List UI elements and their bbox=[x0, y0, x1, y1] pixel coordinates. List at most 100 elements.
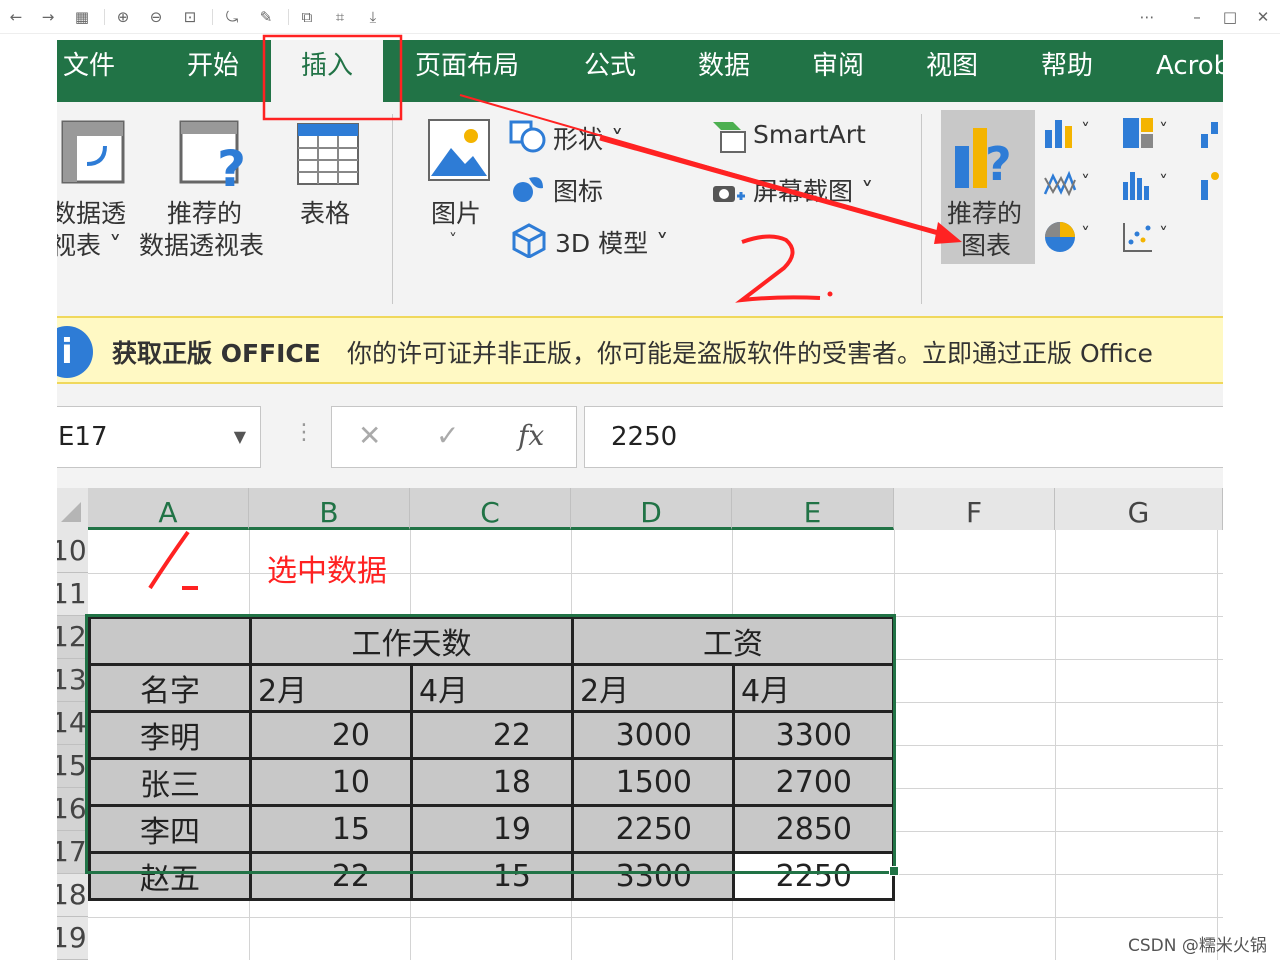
row-header-15[interactable]: 15 bbox=[57, 745, 88, 788]
combo-chart-button[interactable] bbox=[1199, 168, 1223, 208]
icons-icon bbox=[513, 177, 543, 202]
tab-insert[interactable]: 插入 bbox=[271, 40, 383, 102]
pivot-table-button[interactable]: 数据透 视表 ˅ bbox=[57, 112, 131, 262]
info-bar-title: 获取正版 OFFICE bbox=[112, 339, 321, 368]
chevron-down-icon: ˅ bbox=[1159, 224, 1168, 245]
formula-input[interactable]: 2250 bbox=[584, 406, 1223, 468]
restore-icon[interactable]: □ bbox=[1220, 7, 1240, 27]
row-header-16[interactable]: 16 bbox=[57, 788, 88, 831]
pie-chart-button[interactable]: ˅ bbox=[1043, 220, 1103, 260]
icons-button[interactable]: 图标 bbox=[509, 170, 659, 210]
close-icon[interactable]: ✕ bbox=[1253, 7, 1273, 27]
column-header-a[interactable]: A bbox=[88, 488, 249, 530]
column-header-c[interactable]: C bbox=[410, 488, 571, 530]
row-header-13[interactable]: 13 bbox=[57, 659, 88, 702]
row-header-12[interactable]: 12 bbox=[57, 616, 88, 659]
shapes-icon bbox=[509, 120, 546, 153]
column-header-d[interactable]: D bbox=[571, 488, 732, 530]
drag-handle-icon[interactable]: ⋮ bbox=[293, 420, 315, 445]
picture-button[interactable]: 图片 ˅ bbox=[423, 114, 493, 264]
row-header-10[interactable]: 10 bbox=[57, 530, 88, 573]
pie-chart-icon bbox=[1045, 222, 1075, 252]
tab-view[interactable]: 视图 bbox=[926, 40, 978, 102]
tab-page-layout[interactable]: 页面布局 bbox=[415, 40, 519, 102]
fit-icon[interactable]: ⊡ bbox=[180, 7, 200, 27]
annotation-note: 选中数据 bbox=[267, 554, 387, 589]
3d-models-label: 3D 模型 ˅ bbox=[555, 229, 669, 258]
tab-acrobat[interactable]: Acrob bbox=[1156, 40, 1223, 102]
minimize-icon[interactable]: – bbox=[1187, 7, 1207, 27]
column-header-b[interactable]: B bbox=[249, 488, 410, 530]
cube-icon bbox=[512, 223, 546, 258]
zoom-out-icon[interactable]: ⊖ bbox=[146, 7, 166, 27]
chevron-down-icon: ˅ bbox=[449, 230, 457, 249]
name-box-value: E17 bbox=[58, 422, 108, 452]
column-chart-button[interactable]: ˅ bbox=[1043, 116, 1103, 156]
recommended-pivot-icon: ? bbox=[179, 120, 246, 194]
smartart-button[interactable]: SmartArt bbox=[709, 118, 879, 158]
3d-models-button[interactable]: 3D 模型 ˅ bbox=[509, 222, 709, 262]
zoom-in-icon[interactable]: ⊕ bbox=[113, 7, 133, 27]
row-header-17[interactable]: 17 bbox=[57, 831, 88, 874]
separator bbox=[921, 114, 922, 304]
waterfall-chart-button[interactable] bbox=[1199, 116, 1223, 156]
recommended-charts-button[interactable]: ? 推荐的 图表 bbox=[941, 110, 1035, 264]
download-icon[interactable]: ⤓ bbox=[363, 7, 383, 27]
shapes-button[interactable]: 形状 ˅ bbox=[509, 118, 659, 158]
pivot-table-label-2: 视表 ˅ bbox=[57, 231, 122, 260]
column-header-g[interactable]: G bbox=[1055, 488, 1223, 530]
back-icon[interactable]: ← bbox=[6, 7, 26, 27]
cancel-icon[interactable]: ✕ bbox=[358, 419, 381, 452]
tab-home[interactable]: 开始 bbox=[187, 40, 239, 102]
svg-text:?: ? bbox=[217, 140, 246, 194]
chevron-down-icon[interactable]: ▼ bbox=[234, 407, 246, 467]
row-header-19[interactable]: 19 bbox=[57, 917, 88, 960]
more-icon[interactable]: ⋯ bbox=[1137, 7, 1157, 27]
crop-icon[interactable]: ⌗ bbox=[330, 7, 350, 27]
camera-icon bbox=[713, 186, 745, 202]
row-header-18[interactable]: 18 bbox=[57, 874, 88, 917]
tab-review[interactable]: 审阅 bbox=[812, 40, 864, 102]
enter-icon[interactable]: ✓ bbox=[436, 419, 459, 452]
excel-screenshot: 文件 开始 插入 页面布局 公式 数据 审阅 视图 帮助 Acrob 数据透 视… bbox=[57, 40, 1223, 960]
picture-label: 图片 bbox=[431, 199, 482, 228]
line-chart-button[interactable]: ˅ bbox=[1043, 168, 1103, 208]
watermark: CSDN @糯米火锅 bbox=[1128, 936, 1267, 956]
table-button[interactable]: 表格 bbox=[293, 112, 363, 262]
tab-help[interactable]: 帮助 bbox=[1041, 40, 1093, 102]
chevron-down-icon: ˅ bbox=[1159, 120, 1168, 141]
select-all-icon bbox=[61, 502, 81, 522]
tab-data[interactable]: 数据 bbox=[698, 40, 750, 102]
recommended-chart-icon: ? bbox=[955, 128, 1012, 191]
combo-chart-icon bbox=[1201, 172, 1219, 200]
row-header-14[interactable]: 14 bbox=[57, 702, 88, 745]
forward-icon[interactable]: → bbox=[38, 7, 58, 27]
select-all-button[interactable] bbox=[57, 488, 88, 530]
recommended-charts-label-2: 图表 bbox=[961, 231, 1012, 260]
copy-icon[interactable]: ⧉ bbox=[297, 7, 317, 27]
hierarchy-chart-icon bbox=[1123, 118, 1153, 148]
row-header-11[interactable]: 11 bbox=[57, 573, 88, 616]
table-icon bbox=[297, 123, 359, 185]
scatter-chart-button[interactable]: ˅ bbox=[1121, 220, 1181, 260]
name-box[interactable]: E17 ▼ bbox=[57, 406, 261, 468]
edit-icon[interactable]: ✎ bbox=[256, 7, 276, 27]
fill-handle[interactable] bbox=[889, 866, 899, 876]
recommended-pivot-label-2: 数据透视表 bbox=[139, 231, 265, 260]
pivot-table-label: 数据透 bbox=[57, 199, 127, 228]
screenshot-button[interactable]: 屏幕截图 ˅ bbox=[709, 170, 909, 210]
recommended-pivot-button[interactable]: ? 推荐的 数据透视表 bbox=[139, 112, 279, 262]
hierarchy-chart-button[interactable]: ˅ bbox=[1121, 116, 1181, 156]
table-label: 表格 bbox=[300, 199, 351, 228]
picture-icon bbox=[428, 119, 490, 181]
formula-buttons: ✕ ✓ fx bbox=[331, 406, 577, 468]
tab-formulas[interactable]: 公式 bbox=[584, 40, 636, 102]
grid-icon[interactable]: ▦ bbox=[72, 7, 92, 27]
rotate-icon[interactable]: ⤿ bbox=[222, 7, 242, 27]
column-header-f[interactable]: F bbox=[894, 488, 1055, 530]
tab-file[interactable]: 文件 bbox=[63, 40, 115, 102]
column-header-e[interactable]: E bbox=[732, 488, 894, 530]
statistic-chart-button[interactable]: ˅ bbox=[1121, 168, 1181, 208]
insert-function-icon[interactable]: fx bbox=[518, 419, 544, 452]
icons-label: 图标 bbox=[553, 177, 604, 206]
